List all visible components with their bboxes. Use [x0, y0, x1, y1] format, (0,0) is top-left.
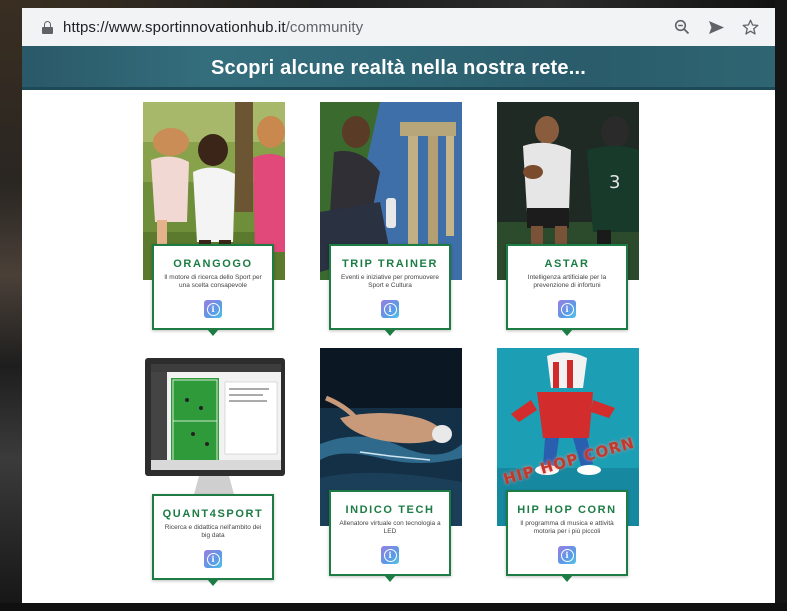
card-title: HIP HOP CORN [517, 504, 617, 516]
url-text[interactable]: https://www.sportinnovationhub.it/commun… [63, 19, 363, 36]
card-title: QUANT4SPORT [162, 508, 264, 520]
web-page: Scopri alcune realtà nella nostra rete..… [22, 46, 775, 603]
info-icon: i [560, 548, 574, 562]
info-icon: i [206, 552, 220, 566]
hip-hop-corn-info-box: HIP HOP CORN Il programma di musica e at… [506, 490, 628, 582]
url-domain: https://www.sportinnovationhub.it [63, 18, 286, 36]
info-button[interactable]: i [204, 550, 222, 568]
background-right [775, 0, 787, 611]
zoom-icon[interactable] [673, 18, 691, 36]
card-description: Ricerca e didattica nell'ambito dei big … [164, 524, 262, 539]
url-actions [673, 18, 759, 36]
card-description: Il programma di musica e attività motori… [520, 520, 614, 535]
card-description: Eventi e iniziative per promuovere Sport… [341, 274, 439, 289]
info-icon: i [383, 548, 397, 562]
info-button[interactable]: i [204, 300, 222, 318]
url-path: /community [285, 18, 364, 36]
quant4sport-info-box: QUANT4SPORT Ricerca e didattica nell'amb… [152, 494, 274, 586]
background-left [0, 0, 22, 611]
info-button[interactable]: i [381, 546, 399, 564]
card-title: INDICO TECH [345, 504, 435, 516]
indico-tech-info-box: INDICO TECH Allenatore virtuale con tecn… [329, 490, 451, 582]
background-top [0, 0, 787, 8]
card-description: Il motore di ricerca dello Sport per una… [164, 274, 262, 289]
orangogo-info-box: ORANGOGO Il motore di ricerca dello Spor… [152, 244, 274, 336]
info-icon: i [206, 302, 220, 316]
card-title: TRIP TRAINER [341, 258, 438, 270]
card-description: Intelligenza artificiale per la prevenzi… [527, 274, 607, 289]
info-icon: i [560, 302, 574, 316]
send-icon[interactable] [707, 18, 725, 36]
info-button[interactable]: i [558, 300, 576, 318]
info-button[interactable]: i [558, 546, 576, 564]
card-title: ASTAR [544, 258, 590, 270]
page-title: Scopri alcune realtà nella nostra rete..… [210, 56, 586, 79]
lock-icon[interactable] [42, 20, 53, 34]
card-title: ORANGOGO [173, 258, 253, 270]
info-button[interactable]: i [381, 300, 399, 318]
url-field[interactable]: https://www.sportinnovationhub.it/commun… [32, 12, 673, 42]
astar-info-box: ASTAR Intelligenza artificiale per la pr… [506, 244, 628, 336]
card-description: Allenatore virtuale con tecnologia a LED [339, 520, 441, 535]
community-banner: Scopri alcune realtà nella nostra rete..… [22, 46, 775, 90]
info-icon: i [383, 302, 397, 316]
browser-address-bar: https://www.sportinnovationhub.it/commun… [22, 8, 775, 46]
trip-trainer-info-box: TRIP TRAINER Eventi e iniziative per pro… [329, 244, 451, 336]
svg-text:3: 3 [609, 172, 620, 193]
background-bottom [0, 603, 787, 611]
star-icon[interactable] [741, 18, 759, 36]
